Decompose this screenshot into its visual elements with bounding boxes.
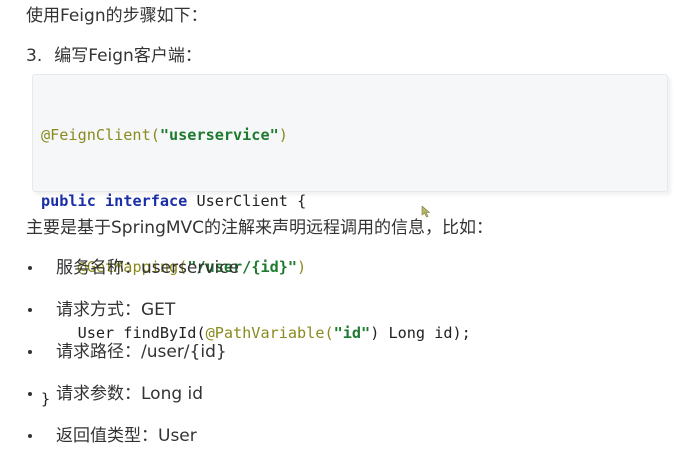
list-item-text: 请求路径：/user/{id} bbox=[56, 342, 227, 362]
bullet-icon bbox=[28, 434, 32, 438]
code-keyword: public bbox=[41, 192, 96, 210]
list-item-service-name: 服务名称：userservice bbox=[26, 256, 239, 298]
list-item-return-type: 返回值类型：User bbox=[26, 424, 239, 466]
bullet-icon bbox=[28, 308, 32, 312]
summary-text: 主要是基于SpringMVC的注解来声明远程调用的信息，比如： bbox=[26, 218, 494, 238]
code-text: UserClient { bbox=[196, 192, 307, 210]
code-keyword: interface bbox=[105, 192, 188, 210]
bullet-icon bbox=[28, 266, 32, 270]
info-list: 服务名称：userservice 请求方式：GET 请求路径：/user/{id… bbox=[26, 256, 239, 466]
list-item-request-path: 请求路径：/user/{id} bbox=[26, 340, 239, 382]
code-block[interactable]: @FeignClient("userservice") public inter… bbox=[32, 74, 668, 408]
list-item-request-params: 请求参数：Long id bbox=[26, 382, 239, 424]
code-line-1: @FeignClient("userservice") bbox=[41, 124, 667, 146]
list-item-text: 服务名称：userservice bbox=[56, 258, 239, 278]
step-number: 3. bbox=[26, 46, 43, 66]
bullet-icon bbox=[28, 350, 32, 354]
step-text: 编写Feign客户端： bbox=[54, 46, 202, 66]
bullet-icon bbox=[28, 392, 32, 396]
list-item-text: 请求方式：GET bbox=[56, 300, 176, 320]
code-annotation: @FeignClient( bbox=[41, 126, 160, 144]
code-string: "id" bbox=[333, 324, 371, 342]
list-item-text: 请求参数：Long id bbox=[56, 384, 204, 404]
code-annotation-close: ) bbox=[278, 126, 288, 144]
intro-heading: 使用Feign的步骤如下： bbox=[26, 6, 208, 26]
code-string: "userservice" bbox=[159, 126, 279, 144]
step-3-heading: 3. 编写Feign客户端： bbox=[26, 44, 202, 68]
list-item-request-method: 请求方式：GET bbox=[26, 298, 239, 340]
code-line-2: public interface UserClient { bbox=[41, 190, 667, 212]
list-item-text: 返回值类型：User bbox=[56, 426, 197, 446]
code-annotation-close: ) bbox=[297, 258, 307, 276]
code-text: ) Long id); bbox=[370, 324, 471, 342]
mouse-pointer-icon bbox=[421, 206, 431, 218]
